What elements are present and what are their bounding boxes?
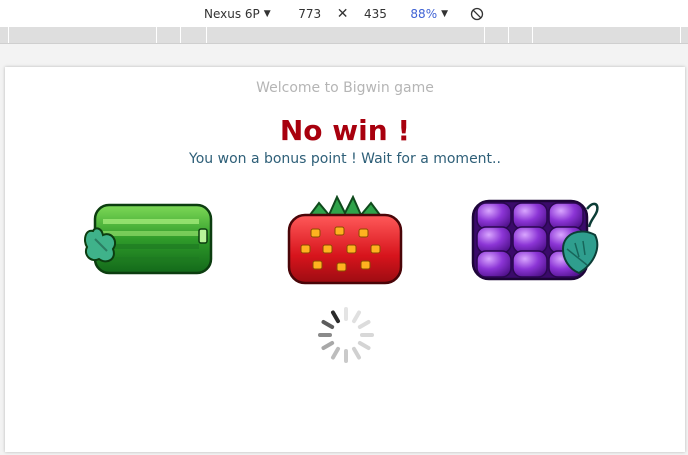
zoom-selector[interactable]: 88% ▼ [410, 7, 448, 21]
strawberry-icon [287, 195, 403, 285]
width-input[interactable]: 773 [293, 7, 327, 21]
ruler-tick [680, 27, 681, 43]
caret-down-icon: ▼ [263, 8, 271, 19]
grapes-icon [471, 199, 599, 281]
bonus-message: You won a bonus point ! Wait for a momen… [189, 151, 501, 167]
times-icon: ✕ [336, 5, 349, 22]
ruler-tick [508, 27, 509, 43]
welcome-heading: Welcome to Bigwin game [256, 80, 434, 96]
device-name: Nexus 6P [203, 6, 260, 21]
ruler-tick [532, 27, 533, 43]
result-title: No win ! [279, 114, 411, 147]
device-toolbar: Nexus 6P ▼ 773 ✕ 435 88% ▼ [0, 0, 688, 28]
height-input[interactable]: 435 [358, 7, 392, 21]
ruler-tick [156, 27, 157, 43]
reel-3 [471, 197, 601, 281]
rotate-icon[interactable] [470, 7, 484, 21]
reel-1 [83, 199, 213, 279]
loading-spinner-icon [314, 303, 378, 367]
zoom-level: 88% [410, 6, 438, 21]
caret-down-icon: ▼ [441, 8, 449, 19]
ruler-tick [180, 27, 181, 43]
ruler-tick [484, 27, 485, 43]
watermelon-icon [84, 203, 213, 275]
device-selector[interactable]: Nexus 6P ▼ [204, 7, 271, 21]
game-viewport: Welcome to Bigwin game No win ! You won … [5, 67, 685, 452]
ruler-tick [206, 27, 207, 43]
media-query-bar[interactable] [0, 27, 688, 44]
ruler-tick [8, 27, 9, 43]
reel-2 [285, 195, 405, 287]
